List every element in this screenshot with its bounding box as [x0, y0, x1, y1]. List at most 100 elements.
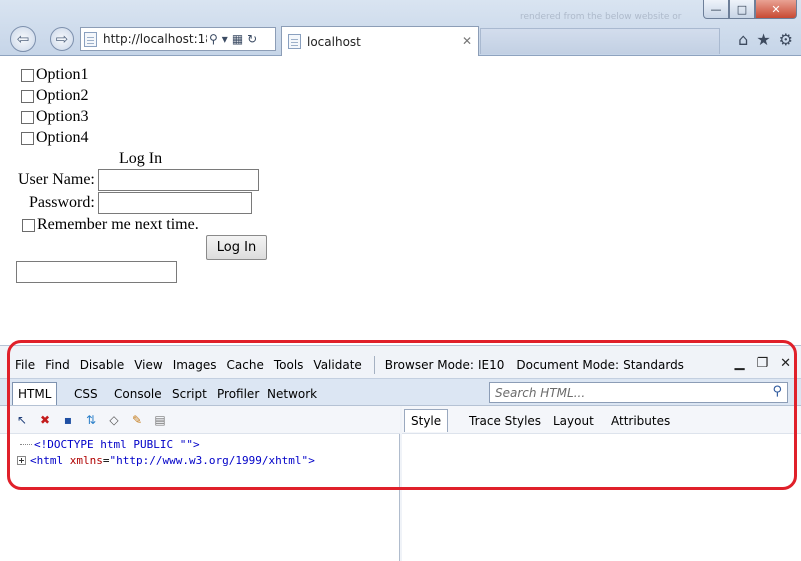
- save-icon[interactable]: ▪: [60, 412, 76, 428]
- html-tree-pane: ↖ ✖ ▪ ⇅ ◇ ✎ ▤ <!DOCTYPE html PUBLIC ""> …: [0, 406, 400, 561]
- page-icon: [288, 34, 301, 49]
- password-input[interactable]: [98, 192, 252, 214]
- username-input[interactable]: [98, 169, 259, 191]
- browser-toolbar-icons: ⌂ ★ ⚙: [738, 30, 793, 49]
- doctype-text: <!DOCTYPE html PUBLIC "">: [34, 437, 200, 451]
- menu-file[interactable]: File: [15, 358, 35, 372]
- style-pane-tabs: Style Trace Styles Layout Attributes: [402, 406, 801, 434]
- devtools-window-controls: ▁ ❐ ✕: [734, 356, 791, 371]
- remember-row: Remember me next time.: [22, 215, 199, 235]
- tab-html[interactable]: HTML: [12, 382, 58, 405]
- option-row: Option3: [21, 107, 88, 127]
- html-attr-value: "http://www.w3.org/1999/xhtml": [109, 453, 309, 467]
- star-icon[interactable]: ★: [756, 30, 770, 49]
- login-button[interactable]: Log In: [206, 235, 267, 260]
- tree-node-html[interactable]: <html xmlns = "http://www.w3.org/1999/xh…: [0, 452, 400, 468]
- browser-chrome: rendered from the below website or — □ ✕…: [0, 0, 801, 56]
- select-element-icon[interactable]: ↖: [14, 412, 30, 428]
- option1-checkbox[interactable]: [21, 68, 34, 82]
- forward-button[interactable]: ⇨: [50, 27, 74, 51]
- document-mode-value[interactable]: Standards: [623, 358, 684, 372]
- remember-checkbox[interactable]: [22, 218, 35, 232]
- option-row: Option1: [21, 65, 88, 85]
- search-icon[interactable]: ⚲: [772, 384, 782, 399]
- tab-script[interactable]: Script: [167, 382, 212, 405]
- option3-checkbox[interactable]: [21, 110, 34, 124]
- tab-trace-styles[interactable]: Trace Styles: [463, 409, 547, 432]
- tab-style[interactable]: Style: [404, 409, 449, 432]
- search-icon[interactable]: ⚲: [209, 32, 218, 46]
- search-placeholder: Search HTML...: [495, 385, 586, 400]
- menu-cache[interactable]: Cache: [227, 358, 264, 372]
- option-row: Option4: [21, 128, 88, 148]
- address-url[interactable]: http://localhost:183: [103, 32, 207, 46]
- option-label: Option3: [36, 108, 89, 125]
- close-button[interactable]: ✕: [755, 0, 797, 19]
- devtools-tabbar: HTML CSS Console Script Profiler Network…: [0, 378, 801, 406]
- dropdown-icon[interactable]: ▾: [222, 32, 228, 46]
- html-attr-name: xmlns: [69, 453, 103, 467]
- expand-icon[interactable]: [17, 455, 26, 465]
- html-toolbar: ↖ ✖ ▪ ⇅ ◇ ✎ ▤: [0, 406, 400, 434]
- menu-divider: [373, 356, 375, 374]
- menu-tools[interactable]: Tools: [274, 358, 304, 372]
- developer-tools: File Find Disable View Images Cache Tool…: [0, 345, 801, 561]
- word-wrap-icon[interactable]: ◇: [106, 412, 122, 428]
- password-label: Password:: [29, 194, 95, 211]
- tree-node-doctype[interactable]: <!DOCTYPE html PUBLIC "">: [0, 436, 400, 452]
- html-space: [63, 454, 70, 467]
- menu-disable[interactable]: Disable: [80, 358, 125, 372]
- arrow-right-icon: ⇨: [55, 30, 69, 48]
- browser-mode-label[interactable]: Browser Mode:: [385, 358, 474, 372]
- home-icon[interactable]: ⌂: [738, 30, 748, 49]
- back-button[interactable]: ⇦: [10, 26, 36, 52]
- tab-console[interactable]: Console: [109, 382, 167, 405]
- menu-view[interactable]: View: [134, 358, 162, 372]
- menu-validate[interactable]: Validate: [313, 358, 361, 372]
- tab-title: localhost: [307, 34, 361, 49]
- dom-view-icon[interactable]: ▤: [152, 412, 168, 428]
- window-controls: — □ ✕: [703, 0, 797, 19]
- new-tab-area[interactable]: [480, 28, 720, 54]
- close-tab-icon[interactable]: ✕: [462, 34, 472, 48]
- tab-css[interactable]: CSS: [69, 382, 103, 405]
- option4-checkbox[interactable]: [21, 131, 34, 145]
- gear-icon[interactable]: ⚙: [779, 30, 793, 49]
- tab-layout[interactable]: Layout: [547, 409, 600, 432]
- refresh-icon[interactable]: ⇅: [83, 412, 99, 428]
- edit-icon[interactable]: ✎: [129, 412, 145, 428]
- tab-attributes[interactable]: Attributes: [605, 409, 676, 432]
- remember-label: Remember me next time.: [37, 216, 199, 233]
- tab-network[interactable]: Network: [262, 382, 322, 405]
- refresh-icon[interactable]: ↻: [247, 32, 257, 46]
- html-tag-open: <html: [30, 453, 64, 467]
- tab-profiler[interactable]: Profiler: [212, 382, 264, 405]
- menu-images[interactable]: Images: [173, 358, 217, 372]
- close-icon[interactable]: ✕: [780, 356, 791, 371]
- address-bar[interactable]: http://localhost:183 ⚲ ▾ ▦ ↻: [80, 27, 276, 51]
- tree-connector: [20, 443, 32, 445]
- background-ghost-text: rendered from the below website or: [520, 12, 682, 22]
- username-label: User Name:: [18, 171, 95, 188]
- minimize-button[interactable]: —: [703, 0, 729, 19]
- login-title: Log In: [119, 150, 163, 167]
- minimize-icon[interactable]: ▁: [734, 356, 744, 371]
- html-tag-close: >: [308, 453, 315, 467]
- option2-checkbox[interactable]: [21, 89, 34, 103]
- browser-mode-value[interactable]: IE10: [478, 358, 504, 372]
- compat-view-icon[interactable]: ▦: [232, 32, 243, 46]
- document-mode-label[interactable]: Document Mode:: [516, 358, 619, 372]
- html-attr-eq: =: [102, 453, 110, 467]
- html-tree: <!DOCTYPE html PUBLIC ""> <html xmlns = …: [0, 436, 400, 468]
- option-row: Option2: [21, 86, 88, 106]
- option-label: Option1: [36, 66, 89, 83]
- maximize-button[interactable]: □: [729, 0, 755, 19]
- clear-browser-cache-icon[interactable]: ✖: [37, 412, 53, 428]
- extra-text-input[interactable]: [16, 261, 177, 283]
- option-label: Option2: [36, 87, 89, 104]
- menu-find[interactable]: Find: [45, 358, 70, 372]
- arrow-left-icon: ⇦: [16, 30, 30, 48]
- search-html-input[interactable]: Search HTML... ⚲: [489, 382, 788, 403]
- undock-icon[interactable]: ❐: [756, 356, 768, 371]
- browser-tab[interactable]: localhost ✕: [281, 26, 479, 56]
